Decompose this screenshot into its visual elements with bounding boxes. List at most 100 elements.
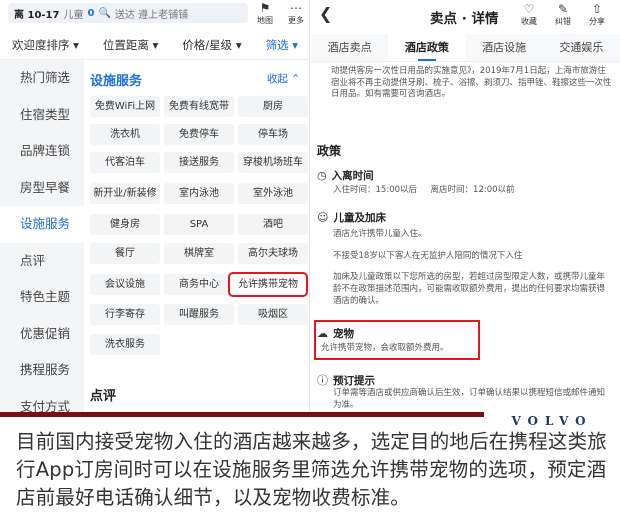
- search-bar[interactable]: 离 10-17 儿童 0 🔍 送达 遵上老铺铺: [8, 3, 248, 23]
- chip-restaurant[interactable]: 餐厅: [90, 243, 160, 264]
- chip-airport-bus[interactable]: 穿梭机场班车: [238, 152, 308, 173]
- chip-business-center[interactable]: 商务中心: [164, 274, 234, 295]
- policy-title: 政策: [317, 144, 342, 158]
- chip-golf[interactable]: 高尔夫球场: [238, 243, 308, 264]
- chip-valet[interactable]: 代客泊车: [90, 152, 160, 173]
- chip-washer[interactable]: 洗衣机: [90, 124, 160, 145]
- nav-item-lodging-type[interactable]: 住宿类型: [0, 97, 84, 134]
- tab-facilities[interactable]: 酒店设施: [466, 34, 543, 61]
- pets-heading: ☁ 宠物: [317, 326, 354, 341]
- date-range[interactable]: 离 10-17: [14, 6, 59, 21]
- notice-text: 动提供客房一次性日用品的实施意见》，2019年7月1日起，上海市旅游住宿业将不再…: [331, 66, 612, 99]
- nav-item-reviews[interactable]: 点评: [0, 243, 84, 280]
- more-button[interactable]: ⋯ 更多: [283, 2, 309, 26]
- info-icon: ⓘ: [317, 374, 328, 387]
- facility-panel: 设施服务 收起 ⌃ 免费WiFi上网 免费有线宽带 厨房 洗衣机 免费停车 停车…: [84, 60, 309, 412]
- checkout-label: 离店时间：: [430, 185, 474, 195]
- nav-item-promotions[interactable]: 优惠促销: [0, 316, 84, 353]
- checkin-heading: ◷ 入离时间: [317, 168, 374, 183]
- category-nav: 热门筛选 住宿类型 品牌连锁 房型早餐 设施服务 点评 特色主题 优惠促销 携程…: [0, 60, 84, 412]
- chip-meeting[interactable]: 会议设施: [90, 274, 160, 295]
- filter-dropdown[interactable]: 筛选 ▾: [266, 37, 298, 53]
- pet-icon: ☁: [317, 327, 328, 340]
- sort-dropdown[interactable]: 欢迎度排序 ▾: [12, 37, 79, 53]
- chip-smoking-area[interactable]: 吸烟区: [238, 304, 308, 325]
- correct-button[interactable]: ✎ 纠错: [551, 3, 575, 27]
- price-label: 价格/星级: [182, 37, 233, 52]
- sort-label: 欢迎度排序: [11, 37, 70, 52]
- share-icon: ⇧: [591, 2, 603, 16]
- chevron-down-icon: ▾: [292, 37, 299, 52]
- collect-label: 收藏: [521, 17, 537, 26]
- nav-item-themes[interactable]: 特色主题: [0, 279, 84, 316]
- back-icon[interactable]: ❮: [319, 4, 332, 23]
- chip-indoor-pool[interactable]: 室内泳池: [164, 183, 234, 204]
- booking-heading: ⓘ 预订提示: [317, 372, 375, 388]
- section-title: 设施服务: [90, 74, 143, 89]
- chip-gym[interactable]: 健身房: [90, 214, 160, 235]
- review-section-title: 点评: [90, 389, 117, 404]
- chip-spa[interactable]: SPA: [164, 214, 234, 235]
- chip-wake-up[interactable]: 叫醒服务: [164, 304, 234, 325]
- collect-button[interactable]: ♡ 收藏: [517, 3, 541, 27]
- map-icon: ⚑: [259, 1, 271, 15]
- booking-title: 预订提示: [333, 374, 375, 387]
- chip-kitchen[interactable]: 厨房: [238, 96, 308, 117]
- filter-screen: 离 10-17 儿童 0 🔍 送达 遵上老铺铺 ⚑ 地图 ⋯ 更多 欢迎度排序 …: [0, 0, 310, 412]
- chip-bar[interactable]: 酒吧: [238, 214, 308, 235]
- nav-item-room-breakfast[interactable]: 房型早餐: [0, 170, 84, 207]
- chip-parking-lot[interactable]: 停车场: [238, 124, 308, 145]
- distance-label: 位置距离: [102, 37, 149, 52]
- children-title: 儿童及加床: [333, 212, 386, 224]
- share-label: 分享: [589, 17, 605, 26]
- heart-icon: ♡: [523, 2, 535, 16]
- chip-chess-room[interactable]: 棋牌室: [164, 243, 234, 264]
- nav-item-brand[interactable]: 品牌连锁: [0, 133, 84, 170]
- chip-luggage[interactable]: 行李寄存: [90, 304, 160, 325]
- tab-selling-points[interactable]: 酒店卖点: [311, 34, 388, 61]
- clock-icon: ◷: [317, 169, 327, 182]
- checkin-value: 15:00以后: [375, 185, 418, 195]
- chip-pets-allowed[interactable]: 允许携带宠物: [228, 272, 308, 297]
- map-button[interactable]: ⚑ 地图: [252, 2, 278, 26]
- distance-dropdown[interactable]: 位置距离 ▾: [103, 37, 158, 53]
- nav-item-payment[interactable]: 支付方式: [0, 389, 84, 413]
- price-dropdown[interactable]: 价格/星级 ▾: [182, 37, 241, 53]
- chip-outdoor-pool[interactable]: 室外泳池: [238, 183, 308, 204]
- search-placeholder: 送达 遵上老铺铺: [114, 9, 189, 21]
- chip-laundry[interactable]: 洗衣服务: [90, 334, 160, 355]
- chevron-up-icon: ⌃: [291, 73, 300, 85]
- filter-bar: 欢迎度排序 ▾ 位置距离 ▾ 价格/星级 ▾ 筛选 ▾: [0, 30, 309, 60]
- children-line1: 酒店允许携带儿童入住。: [333, 229, 427, 239]
- kids-count: 0: [87, 7, 95, 19]
- nav-item-facilities[interactable]: 设施服务: [0, 206, 84, 243]
- detail-tabs: 酒店卖点 酒店政策 酒店设施 交通娱乐: [311, 34, 620, 62]
- chip-free-broadband[interactable]: 免费有线宽带: [164, 96, 234, 117]
- top-bar: 离 10-17 儿童 0 🔍 送达 遵上老铺铺 ⚑ 地图 ⋯ 更多: [0, 0, 309, 28]
- collapse-label: 收起: [266, 73, 288, 85]
- edit-icon: ✎: [557, 2, 569, 16]
- checkin-title: 入离时间: [331, 170, 374, 182]
- child-icon: ☺: [317, 211, 329, 224]
- pets-title: 宠物: [333, 328, 354, 340]
- booking-text: 订单需等酒店或供应商确认后生效，订单确认结果以携程短信或邮件通知为准。: [333, 388, 606, 410]
- detail-header: ❮ 卖点 · 详情 ♡ 收藏 ✎ 纠错 ⇧ 分享: [311, 0, 620, 30]
- checkin-times: 入住时间：15:00以后 离店时间：12:00以前: [333, 184, 609, 196]
- chip-shuttle[interactable]: 接送服务: [164, 152, 234, 173]
- tab-policy[interactable]: 酒店政策: [388, 34, 466, 61]
- map-label: 地图: [257, 16, 273, 25]
- caption-text: 目前国内接受宠物入住的酒店越来越多，选定目的地后在携程这类旅行App订房间时可以…: [16, 430, 608, 509]
- collapse-button[interactable]: 收起 ⌃: [267, 71, 300, 86]
- chevron-down-icon: ▾: [152, 37, 159, 52]
- chip-free-parking[interactable]: 免费停车: [164, 124, 234, 145]
- chevron-down-icon: ▾: [73, 37, 79, 52]
- nav-item-ctrip-service[interactable]: 携程服务: [0, 352, 84, 389]
- chip-new-open[interactable]: 新开业/新装修: [90, 183, 160, 204]
- nav-item-hot[interactable]: 热门筛选: [0, 60, 84, 97]
- checkin-label: 入住时间：: [333, 185, 376, 195]
- tab-transport[interactable]: 交通娱乐: [543, 34, 620, 61]
- share-button[interactable]: ⇧ 分享: [585, 3, 609, 27]
- children-line2: 不接受18岁以下客人在无监护人陪同的情况下入住: [333, 251, 523, 261]
- chip-free-wifi[interactable]: 免费WiFi上网: [90, 96, 160, 117]
- pets-text: 允许携带宠物，会收取额外费用。: [321, 343, 449, 353]
